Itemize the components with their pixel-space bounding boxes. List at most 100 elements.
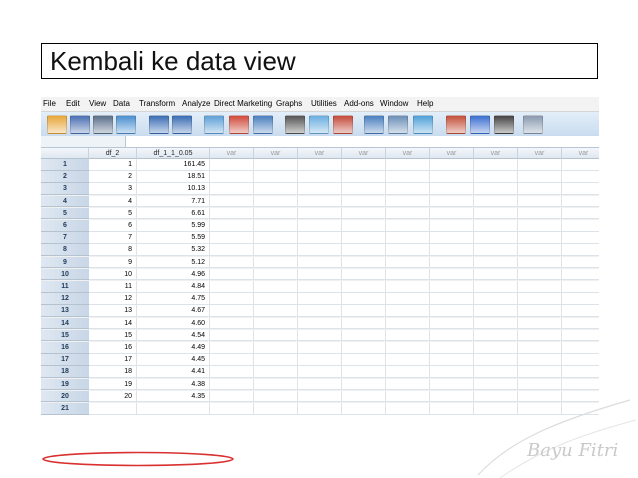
cell-empty[interactable] [386, 366, 430, 379]
cell-empty[interactable] [518, 207, 562, 220]
cell-df-2[interactable]: 11 [89, 281, 137, 293]
cell-df-2[interactable]: 15 [89, 329, 137, 342]
cell-empty[interactable] [210, 317, 254, 330]
cell-empty[interactable] [386, 171, 430, 183]
cell-empty[interactable] [518, 268, 562, 281]
cell-empty[interactable] [342, 329, 386, 342]
cell-df-1-1-0-05[interactable]: 161.45 [137, 159, 210, 171]
open-folder-icon[interactable] [47, 115, 67, 134]
cell-df-1-1-0-05[interactable]: 4.41 [137, 366, 210, 379]
cell-empty[interactable] [474, 159, 518, 171]
cell-empty[interactable] [298, 366, 342, 379]
goto-variable-icon[interactable] [229, 115, 249, 134]
cell-df-1-1-0-05[interactable]: 4.67 [137, 305, 210, 318]
cell-empty[interactable] [386, 183, 430, 196]
cell-empty[interactable] [210, 268, 254, 281]
cell-empty[interactable] [298, 390, 342, 403]
cell-empty[interactable] [298, 317, 342, 330]
cell-df-1-1-0-05[interactable]: 4.84 [137, 281, 210, 293]
cell-empty[interactable] [298, 183, 342, 196]
cell-empty[interactable] [474, 329, 518, 342]
cell-df-1-1-0-05[interactable]: 6.61 [137, 207, 210, 220]
cell-empty[interactable] [342, 183, 386, 196]
cell-empty[interactable] [386, 232, 430, 244]
cell-empty[interactable] [210, 256, 254, 269]
menu-add-ons[interactable]: Add-ons [344, 99, 374, 108]
cell-empty[interactable] [386, 256, 430, 269]
row-header[interactable]: 14 [41, 317, 89, 330]
row-header[interactable]: 4 [41, 195, 89, 208]
cell-empty[interactable] [210, 159, 254, 171]
cell-empty[interactable] [474, 342, 518, 354]
cell-empty[interactable] [386, 159, 430, 171]
cell-empty[interactable] [474, 183, 518, 196]
cell-empty[interactable] [298, 305, 342, 318]
cell-empty[interactable] [298, 293, 342, 305]
cell-empty[interactable] [518, 195, 562, 208]
cell-empty[interactable] [430, 183, 474, 196]
row-header[interactable]: 11 [41, 281, 89, 293]
cell-empty[interactable] [386, 293, 430, 305]
cell-empty[interactable] [298, 195, 342, 208]
cell-empty[interactable] [562, 183, 599, 196]
column-header-var[interactable]: var [474, 148, 518, 159]
cell-empty[interactable] [562, 207, 599, 220]
cell-empty[interactable] [298, 244, 342, 257]
cell-empty[interactable] [562, 268, 599, 281]
cell-empty[interactable] [210, 390, 254, 403]
cell-empty[interactable] [298, 342, 342, 354]
cell-empty[interactable] [430, 305, 474, 318]
row-header[interactable]: 19 [41, 378, 89, 391]
cell-empty[interactable] [562, 366, 599, 379]
cell-empty[interactable] [254, 293, 298, 305]
cell-empty[interactable] [210, 244, 254, 257]
row-header[interactable]: 7 [41, 232, 89, 244]
cell-empty[interactable] [430, 317, 474, 330]
column-header-var[interactable]: var [562, 148, 599, 159]
cell-empty[interactable] [254, 329, 298, 342]
cell-empty[interactable] [562, 342, 599, 354]
cell-empty[interactable] [254, 256, 298, 269]
cell-empty[interactable] [210, 366, 254, 379]
cell-empty[interactable] [254, 220, 298, 232]
cell-reference-box[interactable] [41, 136, 126, 147]
cell-empty[interactable] [254, 354, 298, 366]
cell-empty[interactable] [254, 244, 298, 257]
cell-empty[interactable] [430, 244, 474, 257]
cell-empty[interactable] [342, 354, 386, 366]
cell-df-2[interactable]: 18 [89, 366, 137, 379]
cell-empty[interactable] [430, 403, 474, 415]
cell-df-2[interactable]: 16 [89, 342, 137, 354]
cell-empty[interactable] [518, 329, 562, 342]
cell-df-1-1-0-05[interactable]: 4.45 [137, 354, 210, 366]
cell-empty[interactable] [474, 207, 518, 220]
cell-empty[interactable] [342, 403, 386, 415]
cell-empty[interactable] [518, 256, 562, 269]
insert-cases-icon[interactable] [309, 115, 329, 134]
cell-empty[interactable] [562, 171, 599, 183]
cell-empty[interactable] [518, 281, 562, 293]
cell-df-1-1-0-05[interactable] [137, 403, 210, 415]
cell-empty[interactable] [298, 256, 342, 269]
cell-empty[interactable] [430, 159, 474, 171]
cell-empty[interactable] [430, 281, 474, 293]
column-header-var[interactable]: var [254, 148, 298, 159]
cell-empty[interactable] [562, 317, 599, 330]
row-header[interactable]: 18 [41, 366, 89, 379]
cell-empty[interactable] [254, 159, 298, 171]
cell-df-2[interactable]: 4 [89, 195, 137, 208]
cell-empty[interactable] [430, 195, 474, 208]
menu-utilities[interactable]: Utilities [311, 99, 337, 108]
cell-empty[interactable] [518, 244, 562, 257]
cell-empty[interactable] [342, 195, 386, 208]
print-icon[interactable] [93, 115, 113, 134]
cell-empty[interactable] [254, 281, 298, 293]
cell-df-1-1-0-05[interactable]: 7.71 [137, 195, 210, 208]
column-header-var[interactable]: var [342, 148, 386, 159]
row-header[interactable]: 17 [41, 354, 89, 366]
cell-empty[interactable] [518, 366, 562, 379]
cell-empty[interactable] [474, 244, 518, 257]
cell-empty[interactable] [430, 329, 474, 342]
cell-empty[interactable] [474, 268, 518, 281]
undo-icon[interactable] [149, 115, 169, 134]
